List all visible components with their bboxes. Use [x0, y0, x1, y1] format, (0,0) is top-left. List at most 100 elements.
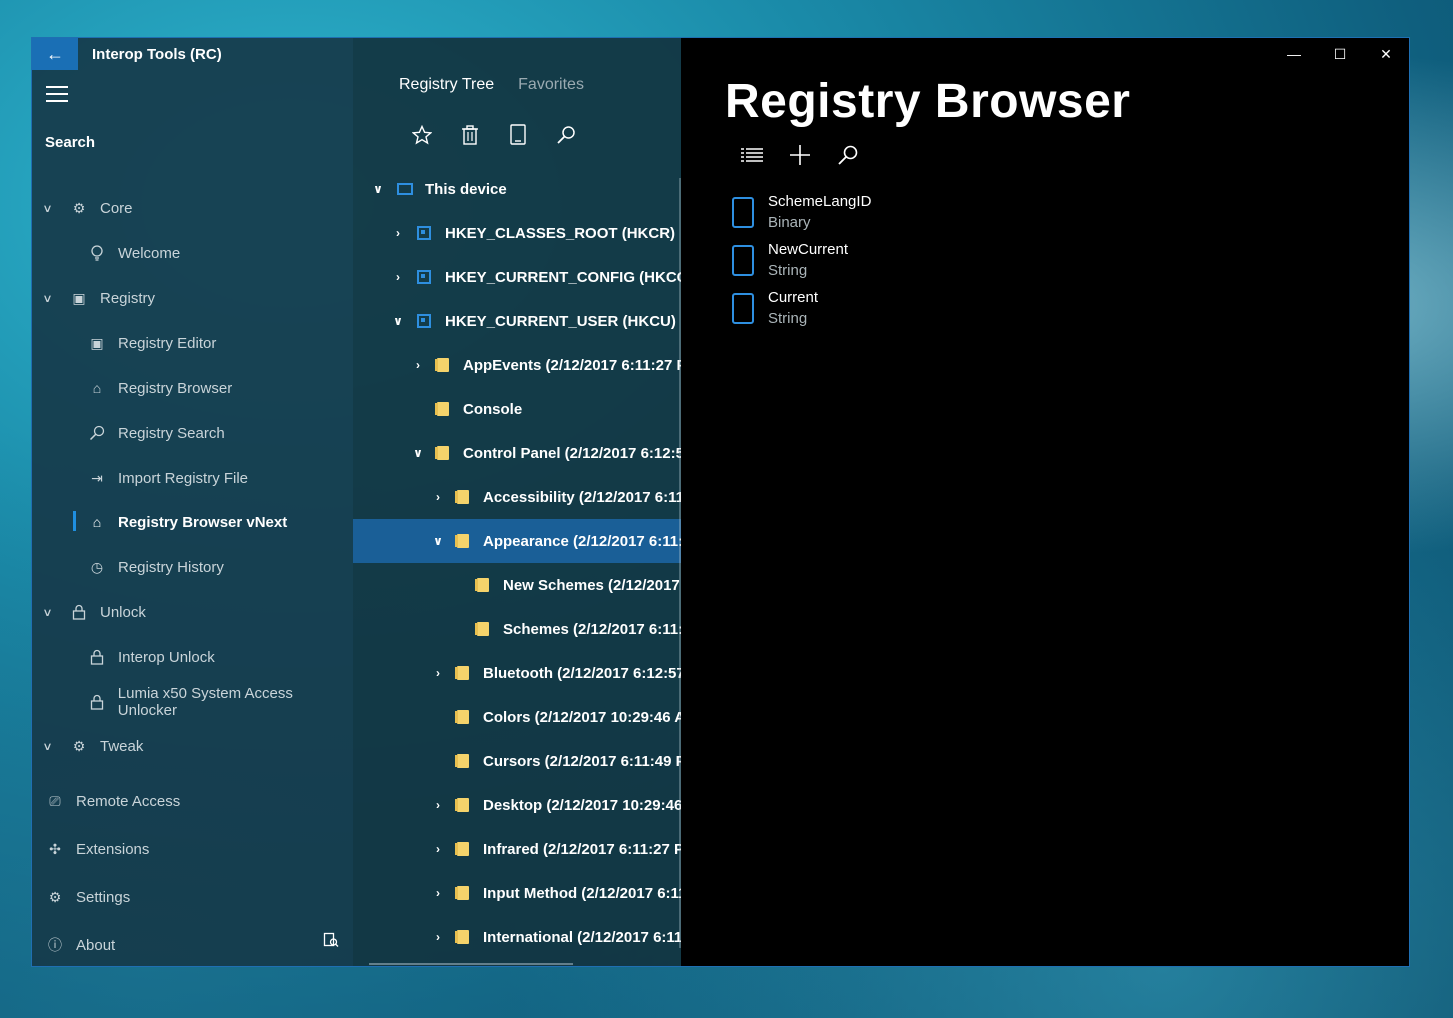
- star-icon[interactable]: [411, 124, 433, 146]
- nav-item-settings[interactable]: ⚙ Settings: [46, 879, 130, 915]
- nav-item-registry-history[interactable]: ◷ Registry History: [88, 549, 224, 585]
- tree-row-label: Colors (2/12/2017 10:29:46 AM): [483, 708, 681, 726]
- nav-item-registry-search[interactable]: Registry Search: [88, 415, 225, 451]
- nav-item-registry-editor[interactable]: ▣ Registry Editor: [88, 325, 216, 361]
- chevron-right-icon[interactable]: ›: [431, 930, 445, 944]
- tree-row[interactable]: › Accessibility (2/12/2017 6:11:27 PM): [353, 475, 681, 519]
- chevron-right-icon[interactable]: ›: [391, 226, 405, 240]
- registry-browser-icon: ⌂: [92, 380, 102, 396]
- registry-value-item[interactable]: SchemeLangID Binary: [732, 193, 871, 231]
- tree-row-label: Infrared (2/12/2017 6:11:27 PM): [483, 840, 681, 858]
- maximize-button[interactable]: ☐: [1317, 38, 1363, 70]
- tree-row[interactable]: New Schemes (2/12/2017 6:11:49 PM): [353, 563, 681, 607]
- tree-row[interactable]: › Desktop (2/12/2017 10:29:46 AM): [353, 783, 681, 827]
- device-icon: [397, 183, 413, 195]
- tree-row-label: HKEY_CURRENT_CONFIG (HKCC): [445, 268, 681, 286]
- nav-item-registry-browser-vnext[interactable]: ⌂ Registry Browser vNext: [88, 504, 287, 540]
- tree-row[interactable]: Schemes (2/12/2017 6:11:27 PM): [353, 607, 681, 651]
- folder-icon: [435, 446, 449, 460]
- chevron-right-icon[interactable]: ›: [411, 358, 425, 372]
- lock-icon: [88, 693, 106, 711]
- chevron-down-icon[interactable]: ∨: [371, 182, 385, 196]
- nav-item-label: Lumia x50 System Access Unlocker: [117, 685, 293, 719]
- nav-item-about[interactable]: ⓘ About: [46, 927, 115, 963]
- nav-group-registry[interactable]: ∨ ▣ Registry: [42, 280, 155, 316]
- nav-group-core[interactable]: ∨ ⚙ Core: [42, 190, 132, 226]
- registry-value-icon: [732, 244, 754, 276]
- tree-row[interactable]: › International (2/12/2017 6:11:27 PM): [353, 915, 681, 959]
- lock-icon: [70, 603, 88, 621]
- tree-row[interactable]: Console: [353, 387, 681, 431]
- tree-row[interactable]: › Infrared (2/12/2017 6:11:27 PM): [353, 827, 681, 871]
- tree-row[interactable]: Cursors (2/12/2017 6:11:49 PM): [353, 739, 681, 783]
- tab-favorites[interactable]: Favorites: [518, 76, 584, 94]
- tree-row[interactable]: › Bluetooth (2/12/2017 6:12:57 PM): [353, 651, 681, 695]
- tree-row[interactable]: ∨ This device: [353, 167, 681, 211]
- nav-item-registry-browser[interactable]: ⌂ Registry Browser: [88, 370, 232, 406]
- registry-icon: ▣: [90, 334, 104, 351]
- nav-item-lumia-unlocker[interactable]: Lumia x50 System Access Unlocker: [88, 684, 353, 720]
- tree-row[interactable]: ∨ Appearance (2/12/2017 6:11:49 PM): [353, 519, 681, 563]
- tree-row-label: This device: [425, 180, 507, 198]
- tree-horizontal-scrollbar[interactable]: [369, 963, 573, 965]
- chevron-down-icon[interactable]: ∨: [431, 534, 445, 548]
- minimize-button[interactable]: —: [1271, 38, 1317, 70]
- back-button[interactable]: ←: [32, 38, 78, 70]
- tab-registry-tree[interactable]: Registry Tree: [399, 76, 494, 94]
- chevron-down-icon: ∨: [42, 606, 53, 619]
- close-button[interactable]: ✕: [1363, 38, 1409, 70]
- nav-item-interop-unlock[interactable]: Interop Unlock: [88, 639, 215, 675]
- search-icon[interactable]: [837, 144, 859, 166]
- registry-value-item[interactable]: NewCurrent String: [732, 241, 848, 279]
- hive-icon: [417, 226, 431, 240]
- chevron-right-icon[interactable]: ›: [431, 490, 445, 504]
- device-icon[interactable]: [507, 124, 529, 146]
- tree-row-label: Schemes (2/12/2017 6:11:27 PM): [503, 620, 681, 638]
- chevron-down-icon[interactable]: ∨: [411, 446, 425, 460]
- chevron-down-icon: ∨: [42, 202, 53, 215]
- add-icon[interactable]: [789, 144, 811, 166]
- folder-icon: [455, 798, 469, 812]
- nav-group-unlock[interactable]: ∨ Unlock: [42, 594, 146, 630]
- feedback-icon[interactable]: [323, 932, 339, 952]
- tree-row[interactable]: › HKEY_CLASSES_ROOT (HKCR): [353, 211, 681, 255]
- tree-row[interactable]: ∨ Control Panel (2/12/2017 6:12:57 PM): [353, 431, 681, 475]
- folder-icon: [455, 666, 469, 680]
- tree-row[interactable]: › Input Method (2/12/2017 6:11:27 PM): [353, 871, 681, 915]
- nav-item-extensions[interactable]: ✣ Extensions: [46, 831, 149, 867]
- nav-item-label: Interop Unlock: [118, 648, 215, 666]
- app-window: ← Interop Tools (RC) Search ∨ ⚙ Core Wel…: [31, 37, 1410, 967]
- chevron-right-icon[interactable]: ›: [431, 798, 445, 812]
- tree-row[interactable]: Colors (2/12/2017 10:29:46 AM): [353, 695, 681, 739]
- nav-item-label: About: [76, 936, 116, 954]
- trash-icon[interactable]: [459, 124, 481, 146]
- list-icon[interactable]: [741, 144, 763, 166]
- chevron-right-icon[interactable]: ›: [431, 842, 445, 856]
- nav-group-tweak[interactable]: ∨ ⚙ Tweak: [42, 728, 143, 764]
- tree-row[interactable]: › HKEY_CURRENT_CONFIG (HKCC): [353, 255, 681, 299]
- tree-row-label: Bluetooth (2/12/2017 6:12:57 PM): [483, 664, 681, 682]
- tree-row-label: HKEY_CURRENT_USER (HKCU): [445, 312, 676, 330]
- nav-item-label: Registry Browser: [118, 379, 233, 397]
- gear-icon: ⚙: [48, 888, 62, 905]
- chevron-down-icon[interactable]: ∨: [391, 314, 405, 328]
- search-label[interactable]: Search: [45, 134, 95, 151]
- nav-item-import-registry-file[interactable]: ⇥ Import Registry File: [88, 460, 248, 496]
- chevron-right-icon[interactable]: ›: [431, 666, 445, 680]
- tree-row[interactable]: ∨ HKEY_CURRENT_USER (HKCU): [353, 299, 681, 343]
- tree-row-label: International (2/12/2017 6:11:27 PM): [483, 928, 681, 946]
- hamburger-menu-icon[interactable]: [46, 86, 68, 102]
- nav-item-welcome[interactable]: Welcome: [88, 235, 180, 271]
- nav-item-label: Registry Editor: [118, 334, 217, 352]
- search-icon[interactable]: [555, 124, 577, 146]
- nav-item-remote-access[interactable]: ⎚ Remote Access: [46, 783, 180, 819]
- folder-icon: [455, 754, 469, 768]
- registry-browser-content: — ☐ ✕ Registry Browser SchemeLangID Bina…: [681, 38, 1409, 966]
- tree-row[interactable]: › AppEvents (2/12/2017 6:11:27 PM): [353, 343, 681, 387]
- registry-value-item[interactable]: Current String: [732, 289, 818, 327]
- title-bar: ← Interop Tools (RC): [32, 38, 353, 70]
- chevron-right-icon[interactable]: ›: [391, 270, 405, 284]
- value-type: Binary: [768, 214, 811, 231]
- chevron-right-icon[interactable]: ›: [431, 886, 445, 900]
- selection-indicator: [73, 511, 76, 531]
